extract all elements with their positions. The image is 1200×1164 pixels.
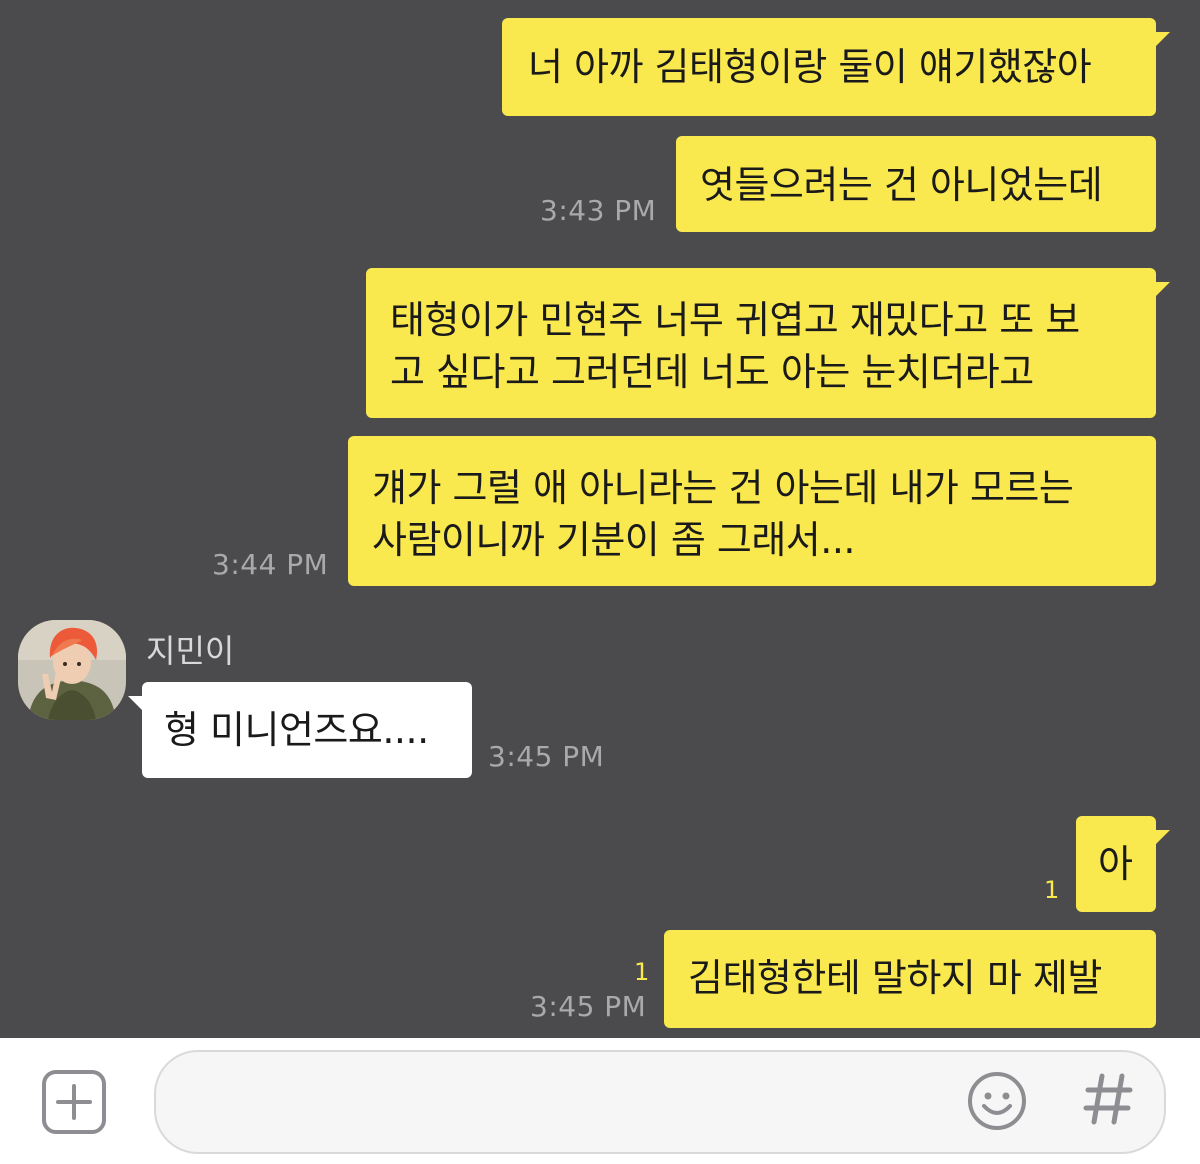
unread-count: 1 <box>1044 876 1060 904</box>
message-bubble-outgoing[interactable]: 엿들으려는 건 아니었는데 <box>676 136 1156 232</box>
message-timestamp: 3:44 PM <box>212 548 329 581</box>
message-composer <box>0 1038 1200 1164</box>
message-bubble-outgoing[interactable]: 너 아까 김태형이랑 둘이 얘기했잖아 <box>502 18 1170 116</box>
message-bubble-outgoing[interactable]: 걔가 그럴 애 아니라는 건 아는데 내가 모르는 사람이니까 기분이 좀 그래… <box>348 436 1156 586</box>
message-timestamp: 3:45 PM <box>488 740 605 773</box>
message-timestamp: 3:43 PM <box>540 194 657 227</box>
plus-icon[interactable] <box>42 1070 106 1134</box>
hash-icon[interactable] <box>1078 1068 1138 1130</box>
message-text: 김태형한테 말하지 마 제발 <box>688 956 1102 1000</box>
message-text: 형 미니언즈요.... <box>164 708 429 752</box>
message-text: 너 아까 김태형이랑 둘이 얘기했잖아 <box>528 45 1092 89</box>
message-text-line: 걔가 그럴 애 아니라는 건 아는데 내가 모르는 <box>372 466 1074 510</box>
message-bubble-incoming[interactable]: 형 미니언즈요.... <box>128 682 472 778</box>
message-bubble-outgoing[interactable]: 김태형한테 말하지 마 제발 <box>664 930 1156 1028</box>
message-bubble-outgoing[interactable]: 아 <box>1076 816 1170 912</box>
message-text: 아 <box>1098 842 1133 886</box>
message-bubble-outgoing[interactable]: 태형이가 민현주 너무 귀엽고 재밌다고 또 보 고 싶다고 그러던데 너도 아… <box>366 268 1170 418</box>
unread-count: 1 <box>634 958 650 986</box>
message-text-line: 사람이니까 기분이 좀 그래서... <box>372 518 856 562</box>
emoticon-icon[interactable] <box>966 1070 1028 1132</box>
sender-avatar[interactable] <box>18 620 126 720</box>
hash-glyph <box>1083 1073 1133 1125</box>
chat-area[interactable]: 너 아까 김태형이랑 둘이 얘기했잖아 3:43 PM 엿들으려는 건 아니었는… <box>0 0 1200 1038</box>
message-timestamp: 3:45 PM <box>530 990 647 1023</box>
message-text: 엿들으려는 건 아니었는데 <box>700 163 1103 207</box>
avatar-photo <box>18 620 126 720</box>
sender-name: 지민이 <box>146 632 235 670</box>
message-text-line: 태형이가 민현주 너무 귀엽고 재밌다고 또 보 <box>390 298 1080 342</box>
smiley-glyph <box>968 1072 1026 1130</box>
message-text-line: 고 싶다고 그러던데 너도 아는 눈치더라고 <box>390 350 1034 394</box>
plus-glyph <box>56 1084 92 1120</box>
